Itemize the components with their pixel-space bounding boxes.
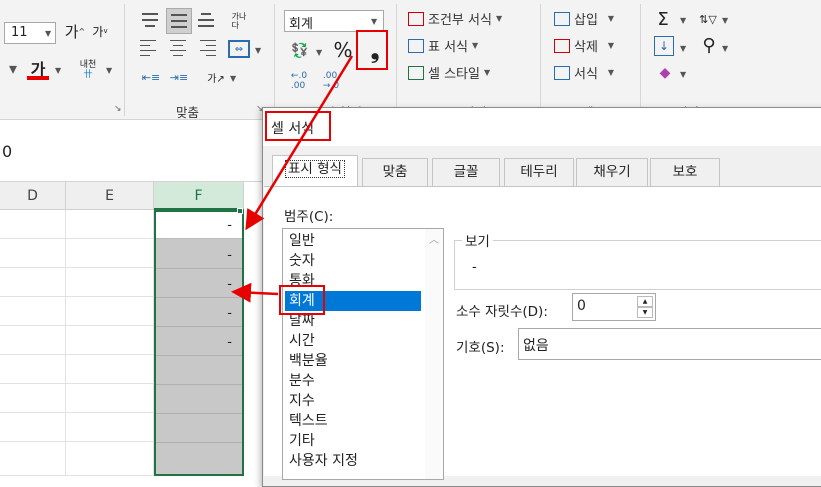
arrow-line <box>245 55 354 231</box>
arrow-line <box>231 282 279 303</box>
annotation-arrows <box>231 55 354 303</box>
